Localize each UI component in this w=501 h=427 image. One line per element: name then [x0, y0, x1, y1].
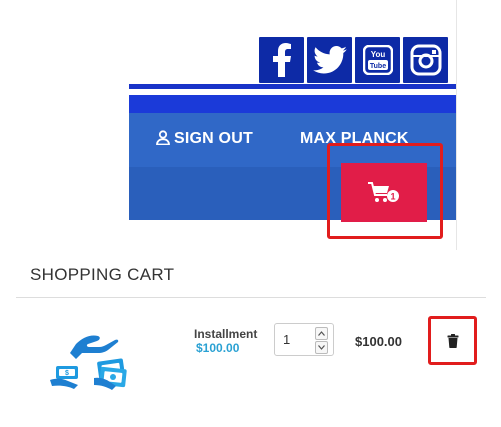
header-stripe	[129, 95, 456, 113]
item-name: Installment	[194, 327, 258, 341]
facebook-icon[interactable]	[259, 37, 304, 83]
svg-text:You: You	[370, 50, 385, 59]
item-price: $100.00	[196, 341, 240, 355]
divider	[16, 297, 486, 298]
twitter-icon[interactable]	[307, 37, 352, 83]
sign-out-link[interactable]: SIGN OUT	[156, 130, 253, 148]
column-divider	[456, 0, 457, 250]
money-hand-icon: $	[50, 335, 127, 390]
instagram-icon[interactable]	[403, 37, 448, 83]
youtube-icon[interactable]: You Tube	[355, 37, 400, 83]
trash-icon	[447, 333, 458, 348]
quantity-increase-button[interactable]	[315, 327, 328, 340]
svg-text:$: $	[65, 370, 69, 377]
cart-highlight-box	[327, 143, 443, 239]
remove-item-button[interactable]	[441, 329, 464, 352]
quantity-stepper	[274, 323, 334, 356]
chevron-up-icon	[318, 331, 325, 336]
line-total: $100.00	[355, 334, 402, 349]
svg-text:Tube: Tube	[369, 63, 385, 70]
page-title: SHOPPING CART	[30, 265, 175, 284]
quantity-input[interactable]	[283, 332, 303, 347]
chevron-down-icon	[318, 345, 325, 350]
social-links: You Tube	[259, 37, 448, 83]
user-icon	[156, 130, 170, 146]
sign-out-label: SIGN OUT	[174, 130, 253, 147]
quantity-decrease-button[interactable]	[315, 341, 328, 354]
header-stripe-top	[129, 84, 456, 89]
